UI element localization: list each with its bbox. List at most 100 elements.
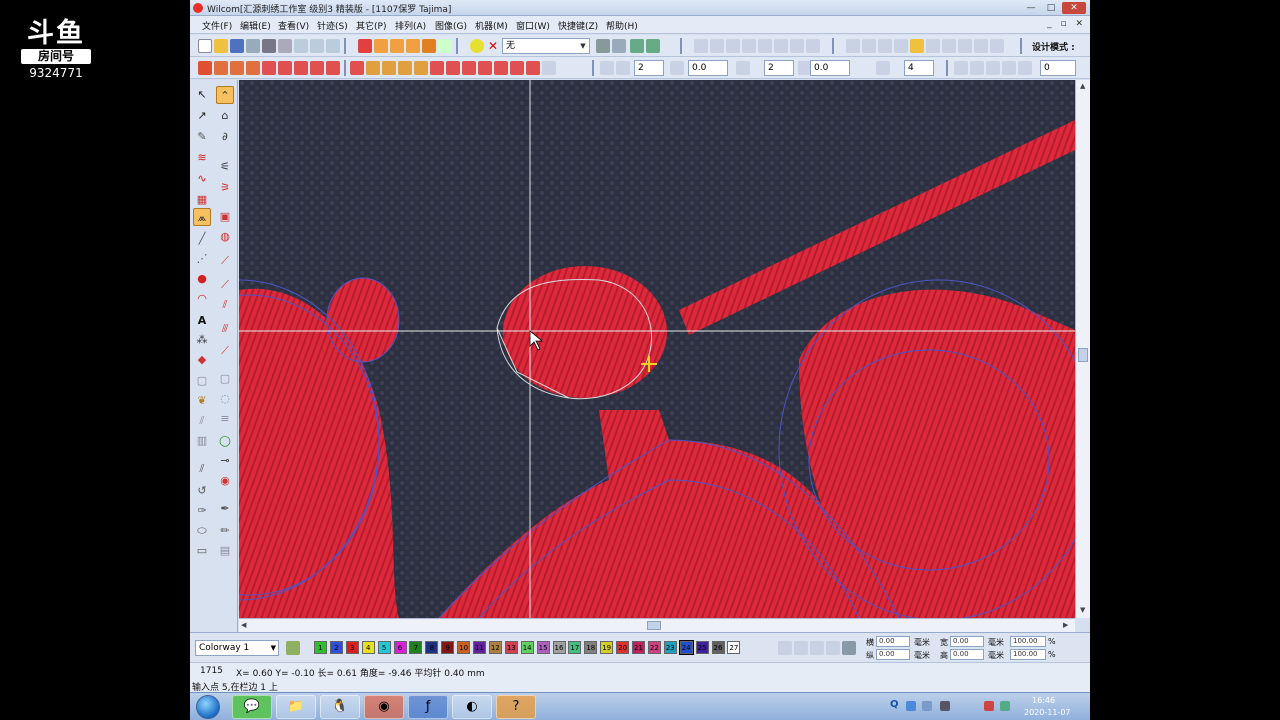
group-icon[interactable] — [926, 39, 940, 53]
menu-other[interactable]: 其它(P) — [356, 19, 386, 32]
stitch-type-6-icon[interactable] — [278, 61, 292, 75]
stitch-sheet-icon[interactable] — [358, 39, 372, 53]
hoop-icon[interactable] — [596, 39, 610, 53]
sequence-icon[interactable]: ◌ — [216, 390, 234, 408]
thread-chip[interactable]: 3 — [345, 641, 359, 654]
line-icon[interactable]: ╱ — [193, 230, 211, 248]
menu-image[interactable]: 图像(G) — [435, 19, 467, 32]
horizontal-scrollbar[interactable]: ◀ ▶ — [239, 618, 1075, 632]
refresh-icon[interactable] — [1018, 61, 1032, 75]
thread-chip[interactable]: 14 — [520, 641, 534, 654]
thread-chip[interactable]: 18 — [584, 641, 598, 654]
thread-chip[interactable]: 24 — [678, 640, 694, 655]
reshape-icon[interactable] — [990, 39, 1004, 53]
skew-icon[interactable] — [878, 39, 892, 53]
satin-icon[interactable] — [406, 39, 420, 53]
ellipse-icon[interactable]: ⬭ — [193, 522, 211, 540]
minimize-button[interactable]: — — [1022, 2, 1040, 14]
embroidery-view[interactable] — [239, 80, 1075, 618]
cut-icon[interactable] — [294, 39, 308, 53]
search-tray-icon[interactable]: Q — [890, 699, 899, 710]
scroll-down-icon[interactable]: ▼ — [1080, 606, 1085, 614]
reshape-tool-icon[interactable]: ⌃ — [216, 86, 234, 104]
zoom-icon[interactable] — [278, 39, 292, 53]
offset-icon[interactable] — [670, 61, 684, 75]
run-stitch-icon[interactable]: ≋ — [193, 149, 211, 167]
stitch-type-9-icon[interactable] — [326, 61, 340, 75]
color-list-icon[interactable] — [842, 641, 856, 655]
thread-chip[interactable]: 6 — [393, 641, 407, 654]
volume-icon[interactable] — [984, 701, 994, 711]
applique-icon[interactable]: ⫻ — [216, 320, 234, 338]
thread-chip[interactable]: 15 — [536, 641, 550, 654]
thread-chip[interactable]: 8 — [425, 641, 439, 654]
param-field-4[interactable]: 0.0 — [810, 60, 850, 76]
effect-2-icon[interactable] — [366, 61, 380, 75]
title-bar[interactable]: Wilcom[汇源刺绣工作室 级别3 精装版 - [1107保罗 Tajima]… — [190, 0, 1090, 16]
browser-icon[interactable]: ◐ — [452, 695, 492, 719]
tatami-tool-icon[interactable]: ⫽ — [216, 296, 234, 314]
thread-chip[interactable]: 16 — [552, 641, 566, 654]
stitch-type-8-icon[interactable] — [310, 61, 324, 75]
start-button[interactable] — [196, 695, 220, 719]
scroll-right-icon[interactable]: ▶ — [1063, 621, 1068, 629]
align-bottom-icon[interactable] — [774, 39, 788, 53]
tray-settings-icon[interactable] — [922, 701, 932, 711]
link-icon[interactable] — [630, 39, 644, 53]
curve-icon[interactable]: ∂ — [216, 128, 234, 146]
tatami-icon[interactable] — [422, 39, 436, 53]
trace-icon[interactable]: ❦ — [193, 392, 211, 410]
new-icon[interactable] — [198, 39, 212, 53]
front-icon[interactable] — [958, 39, 972, 53]
align-center-icon[interactable] — [710, 39, 724, 53]
pen-icon[interactable]: ✎ — [193, 128, 211, 146]
satin-tool-icon[interactable]: ⟋ — [216, 276, 234, 294]
thread-chip[interactable]: 21 — [632, 641, 645, 654]
wechat-icon[interactable]: 💬 — [232, 695, 272, 719]
stitch-angle-icon[interactable]: ⟋ — [216, 252, 234, 270]
effect-8-icon[interactable] — [462, 61, 476, 75]
thread-chip[interactable]: 7 — [409, 641, 423, 654]
param-field-1[interactable]: 2 — [634, 60, 664, 76]
x-field[interactable]: 0.00 — [876, 636, 910, 647]
slider-tool-icon[interactable]: ⊸ — [216, 452, 234, 470]
print-icon[interactable] — [262, 39, 276, 53]
menu-edit[interactable]: 编辑(E) — [240, 19, 271, 32]
fill-icon[interactable] — [390, 39, 404, 53]
polyline-select-icon[interactable]: ↗ — [193, 107, 211, 125]
outline-tool-icon[interactable]: ⟋ — [216, 342, 234, 360]
shape-tool-icon[interactable]: ⌂ — [216, 107, 234, 125]
save-icon[interactable] — [230, 39, 244, 53]
thread-chip[interactable]: 26 — [711, 641, 725, 654]
fabric-icon[interactable] — [470, 39, 484, 53]
colorway-select[interactable]: Colorway 1 ▼ — [195, 640, 279, 656]
angle-icon[interactable] — [736, 61, 750, 75]
stitch-type-1-icon[interactable] — [198, 61, 212, 75]
thread-chip[interactable]: 19 — [600, 641, 614, 654]
vertical-scroll-thumb[interactable] — [1078, 348, 1088, 362]
print-preview-icon[interactable] — [246, 39, 260, 53]
thread-chip[interactable]: 2 — [329, 641, 343, 654]
close-button[interactable]: ✕ — [1062, 2, 1086, 14]
back-icon[interactable] — [974, 39, 988, 53]
complex-fill-icon[interactable]: ▣ — [216, 208, 234, 226]
horizontal-scroll-thumb[interactable] — [647, 621, 661, 630]
thread-chip[interactable]: 1 — [314, 641, 327, 654]
mirror-icon[interactable] — [894, 39, 908, 53]
align-middle-icon[interactable] — [758, 39, 772, 53]
triple-run-icon[interactable]: ∿ — [193, 170, 211, 188]
thread-chip[interactable]: 4 — [361, 641, 375, 654]
knife-icon[interactable]: ⚟ — [216, 158, 234, 176]
menu-shortcuts[interactable]: 快捷键(Z) — [558, 19, 598, 32]
space-horizontal-icon[interactable] — [790, 39, 804, 53]
effect-9-icon[interactable] — [478, 61, 492, 75]
thread-chip[interactable]: 22 — [647, 641, 661, 654]
frame-icon[interactable]: ▢ — [193, 372, 211, 390]
lock-icon[interactable] — [910, 39, 924, 53]
align-left-icon[interactable] — [694, 39, 708, 53]
slash-tool-icon[interactable]: ⫽ — [193, 460, 211, 478]
w-field[interactable]: 0.00 — [950, 636, 984, 647]
effect-6-icon[interactable] — [430, 61, 444, 75]
needle-icon[interactable] — [438, 39, 452, 53]
brush-icon[interactable]: ✒ — [216, 500, 234, 518]
